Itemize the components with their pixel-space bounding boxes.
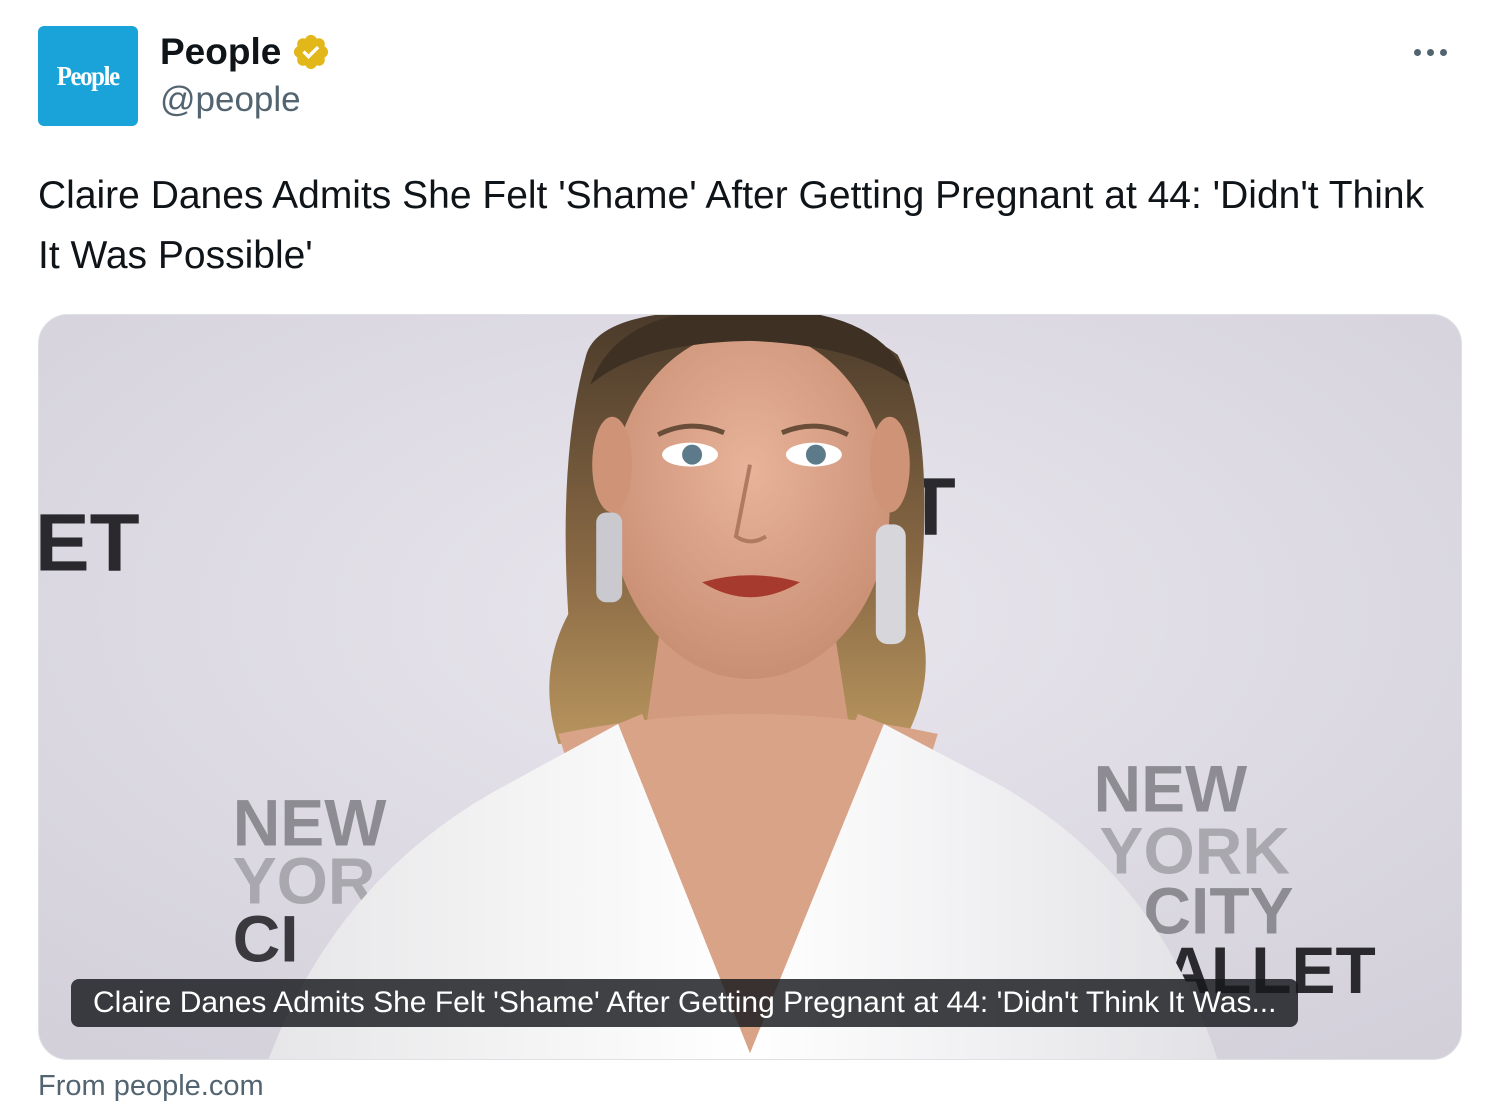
author-name-row: People [160, 28, 331, 76]
avatar[interactable]: People [38, 26, 138, 126]
more-dot [1439, 48, 1447, 56]
card-photo: ET T NEW YOR CI NEW YORK CITY ALLET [39, 315, 1461, 1059]
card-caption: Claire Danes Admits She Felt 'Shame' Aft… [71, 979, 1299, 1027]
tweet-text: Claire Danes Admits She Felt 'Shame' Aft… [38, 174, 1425, 277]
display-name[interactable]: People [160, 31, 281, 73]
more-dot [1413, 48, 1421, 56]
tweet-container: People People @people Claire Danes Admit… [0, 0, 1500, 1102]
more-options-icon[interactable] [1408, 34, 1452, 70]
avatar-logo-text: People [56, 60, 120, 91]
link-preview-card[interactable]: ET T NEW YOR CI NEW YORK CITY ALLET Clai… [38, 314, 1462, 1060]
more-dot [1426, 48, 1434, 56]
backdrop-text-left: ET [39, 497, 140, 588]
card-source-link[interactable]: From people.com [38, 1070, 264, 1102]
verified-badge-icon[interactable] [291, 32, 331, 72]
backdrop-logo-left-line: CI [233, 901, 299, 975]
user-handle[interactable]: @people [160, 80, 301, 120]
